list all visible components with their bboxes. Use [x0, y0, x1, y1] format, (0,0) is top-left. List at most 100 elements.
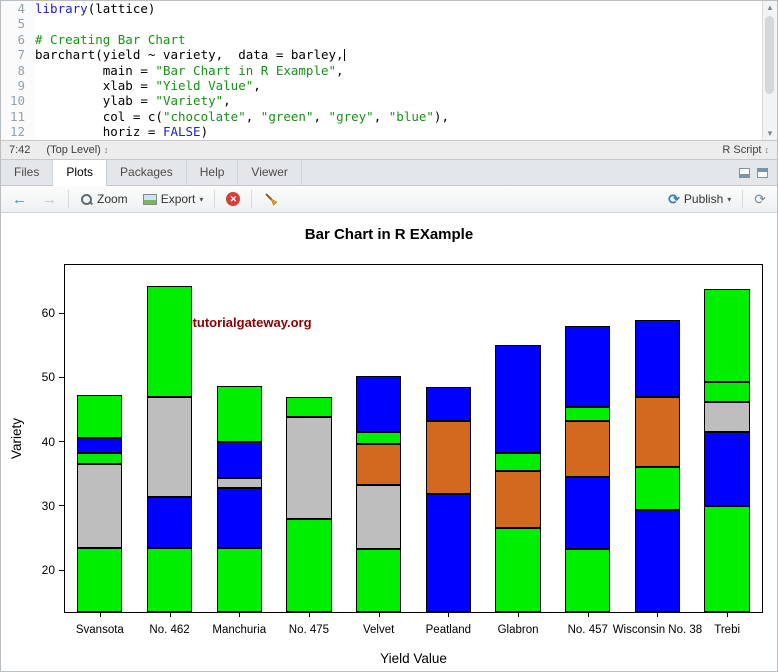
tab-files[interactable]: Files [1, 160, 54, 185]
bar-segment [77, 453, 123, 465]
pane-tab-bar: Files Plots Packages Help Viewer [1, 160, 777, 186]
category-label: No. 457 [567, 624, 608, 636]
bar-segment [634, 509, 681, 612]
code-line[interactable]: 10 ylab = "Variety", [1, 93, 762, 109]
text-cursor [343, 49, 345, 62]
minimize-pane-icon[interactable] [739, 167, 750, 178]
category-label: Peatland [425, 624, 472, 636]
bar-segment [77, 464, 123, 548]
forward-plot-button[interactable]: → [38, 189, 61, 210]
scope-label: (Top Level) [46, 144, 101, 156]
bar-segment [495, 528, 541, 612]
x-tick-mark [587, 612, 589, 617]
scrollbar-thumb[interactable] [765, 16, 774, 94]
bar-segment [286, 417, 332, 519]
updown-icon: ↕ [103, 145, 109, 155]
delete-icon: ✕ [226, 192, 241, 206]
bar-segment [216, 547, 262, 612]
bar-segment [704, 505, 750, 612]
window-controls [739, 160, 777, 185]
editor-scrollbar[interactable]: ▲ ▼ [762, 1, 777, 140]
y-tick-mark [59, 376, 65, 378]
watermark: ©tutorialgateway.org [183, 315, 312, 330]
bar-segment [565, 407, 611, 421]
refresh-icon: ⟳ [754, 190, 766, 207]
y-tick-label: 40 [41, 434, 55, 449]
bar-segment [704, 401, 750, 433]
filetype-selector[interactable]: R Script ↕ [722, 144, 769, 156]
chevron-down-icon: ▾ [727, 194, 732, 204]
category-label: Manchuria [212, 624, 267, 636]
tab-packages[interactable]: Packages [107, 160, 187, 185]
toolbar-separator [742, 190, 744, 208]
toolbar-separator [214, 190, 216, 208]
publish-button[interactable]: ⟳ Publish ▾ [664, 189, 735, 210]
bar-segment [146, 397, 193, 497]
x-tick-mark [448, 612, 450, 617]
line-number: 10 [1, 93, 35, 109]
bar-segment [77, 437, 123, 454]
bar-segment [355, 549, 402, 612]
toolbar-separator [68, 190, 69, 208]
code-line[interactable]: 5 [1, 16, 762, 32]
refresh-plot-button[interactable]: ⟳ [750, 189, 770, 210]
code-line[interactable]: 12 horiz = FALSE) [1, 124, 762, 140]
line-number: 5 [1, 16, 35, 32]
code-text: xlab = "Yield Value", [35, 77, 261, 93]
x-tick-mark [378, 612, 380, 617]
code-line[interactable]: 4 library(lattice) [1, 1, 762, 17]
line-number: 7 [1, 47, 35, 63]
bar-segment [146, 285, 193, 398]
remove-plot-button[interactable]: ✕ [222, 190, 244, 208]
publish-icon: ⟳ [668, 190, 680, 207]
bar-segment [355, 432, 402, 444]
chart-title: Bar Chart in R EXample [304, 226, 474, 243]
tab-plots[interactable]: Plots [53, 160, 108, 186]
y-tick-label: 50 [41, 370, 55, 385]
plot-box: ©tutorialgateway.org 20 30 40 50 60 Svansota N… [42, 264, 763, 636]
code-line[interactable]: 7 barchart(yield ~ variety, data = barley… [1, 47, 762, 63]
scroll-down-arrow-icon[interactable]: ▼ [763, 129, 777, 138]
bar-segment [286, 518, 332, 612]
bar-segment [216, 386, 262, 442]
x-tick-mark [169, 612, 171, 617]
code-line[interactable]: 6 # Creating Bar Chart [1, 31, 762, 48]
source-editor[interactable]: 4 library(lattice) 5 6 # Creating Bar Chart 7… [1, 1, 777, 140]
maximize-pane-icon[interactable] [757, 167, 768, 178]
bar-segment [216, 441, 262, 479]
bar-segment [355, 376, 402, 433]
code-text: horiz = FALSE) [35, 124, 209, 140]
category-label: No. 475 [288, 624, 330, 636]
bar-segment [355, 485, 402, 550]
export-button[interactable]: Export ▾ [139, 190, 208, 208]
category-label: Glabron [497, 624, 539, 636]
back-plot-button[interactable]: ← [8, 189, 31, 210]
tab-help[interactable]: Help [187, 160, 239, 185]
bar-segment [704, 288, 750, 382]
chevron-down-icon: ▾ [199, 194, 204, 204]
bar-segment [355, 443, 402, 486]
category-label: Wisconsin No. 38 [612, 624, 703, 636]
bar-segment [565, 477, 611, 550]
code-line[interactable]: 11 col = c("chocolate", "green", "grey",… [1, 108, 762, 125]
scope-selector[interactable]: (Top Level) ↕ [46, 144, 108, 156]
code-line[interactable]: 8 main = "Bar Chart in R Example", [1, 62, 762, 78]
plots-toolbar: ← → Zoom Export ▾ ✕ ⟳ Publish ▾ ⟳ [1, 186, 777, 213]
bar-segment [634, 320, 681, 397]
bar-segment [286, 397, 332, 418]
bar-segment [634, 467, 681, 510]
clear-all-plots-button[interactable] [259, 190, 282, 209]
y-axis-label: Variety [8, 417, 24, 460]
x-tick-mark [308, 612, 310, 617]
line-number: 8 [1, 62, 35, 78]
magnifier-icon [80, 193, 93, 206]
code-line[interactable]: 9 xlab = "Yield Value", [1, 77, 762, 94]
scroll-up-arrow-icon[interactable]: ▲ [763, 3, 777, 12]
tab-viewer[interactable]: Viewer [238, 160, 302, 185]
category-label: Svansota [75, 624, 124, 636]
bar-segment [565, 549, 611, 612]
bar-segment [495, 453, 541, 471]
bar-segment [77, 547, 123, 612]
zoom-button[interactable]: Zoom [76, 190, 132, 208]
